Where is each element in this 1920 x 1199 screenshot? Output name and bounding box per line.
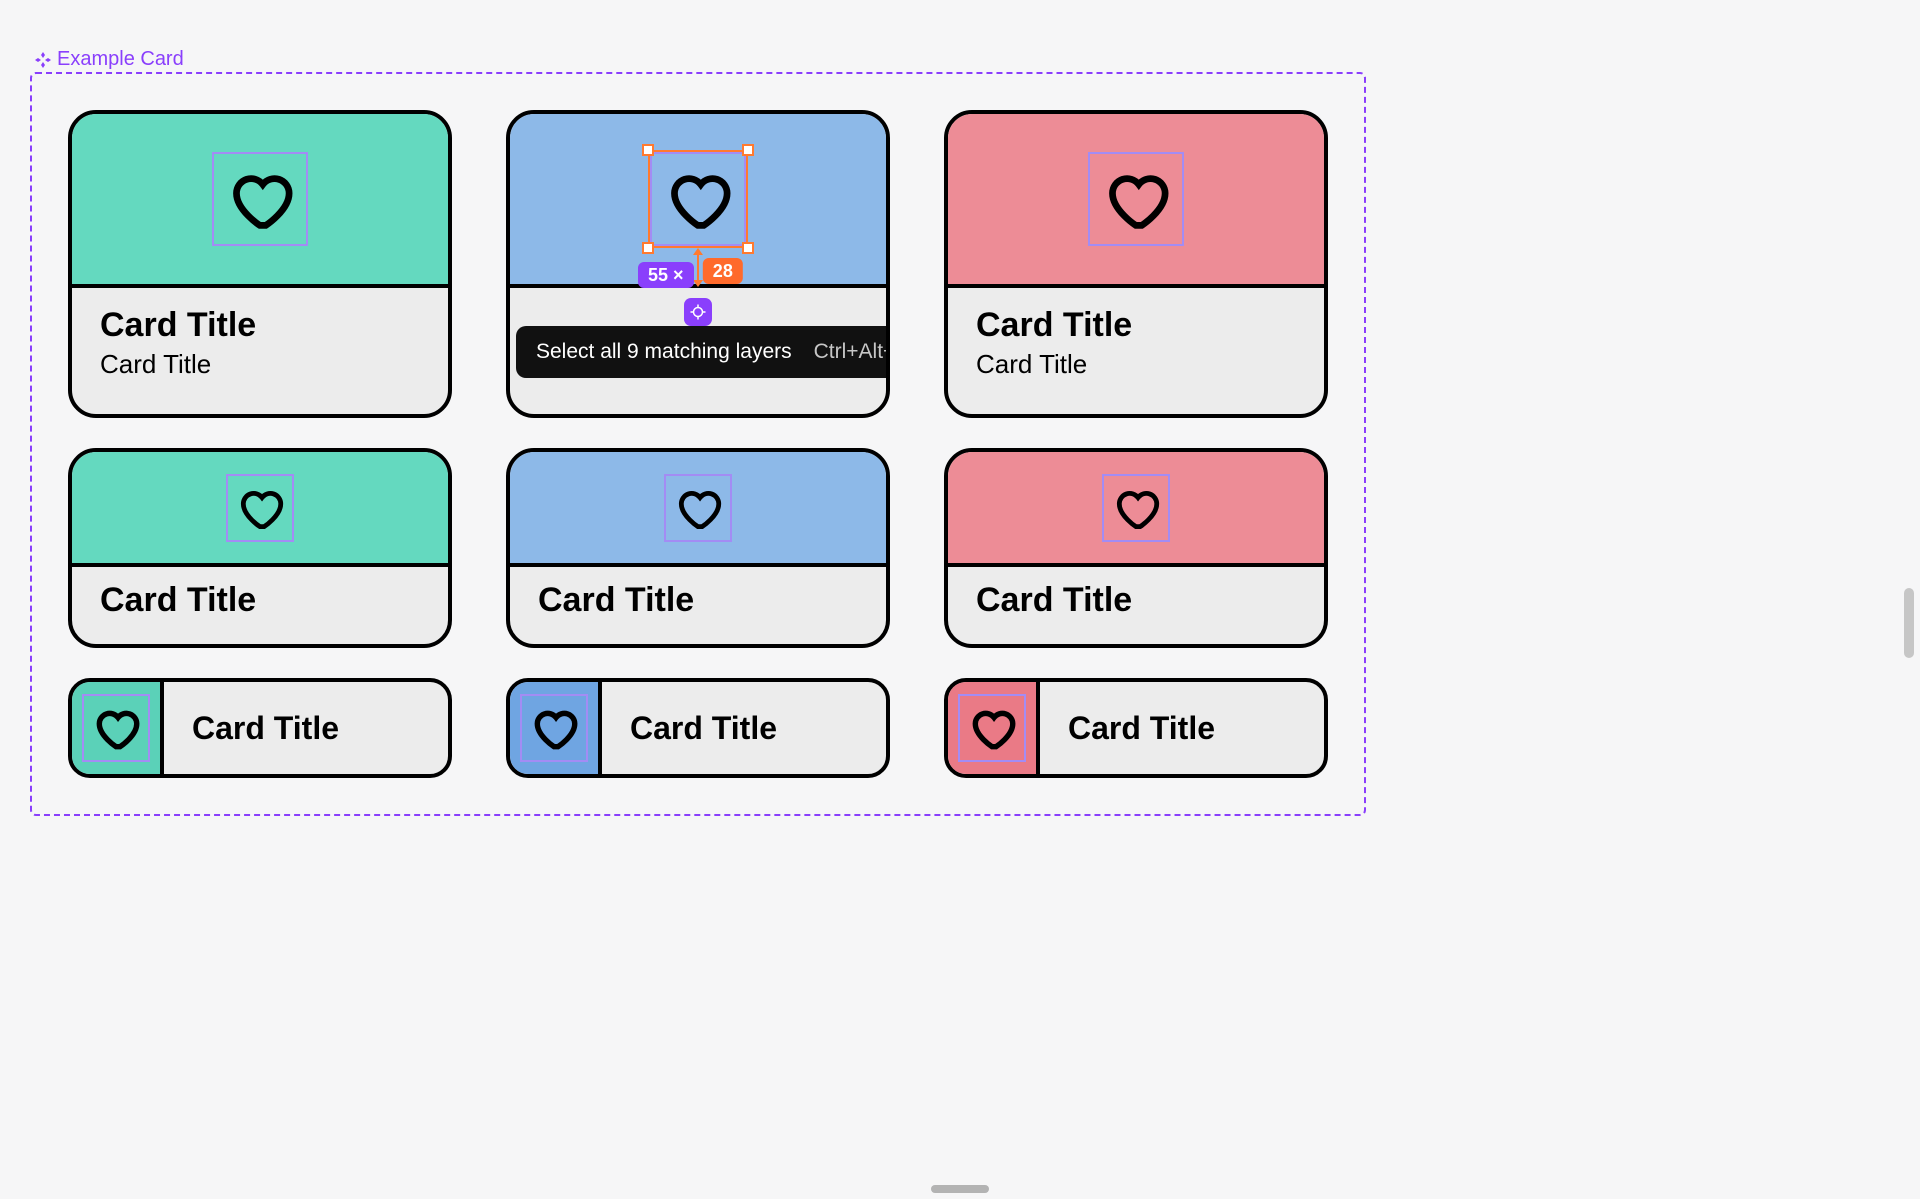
card-banner: [510, 682, 602, 774]
resize-handle-nw[interactable]: [642, 144, 654, 156]
heart-icon: [967, 703, 1017, 753]
card-small-blue[interactable]: Card Title: [506, 678, 890, 778]
icon-slot[interactable]: [664, 474, 732, 542]
card-title: Card Title: [192, 710, 339, 747]
card-title: Card Title: [538, 581, 858, 620]
icon-slot[interactable]: [82, 694, 150, 762]
card-body: Card Title: [164, 682, 367, 774]
card-title: Card Title: [630, 710, 777, 747]
card-banner: [72, 114, 448, 288]
heart-icon: [91, 703, 141, 753]
card-large-blue[interactable]: 55 × 28 Card Title Card Title Select all…: [506, 110, 890, 418]
card-body: Card Title: [602, 682, 805, 774]
size-badge: 28: [703, 258, 743, 284]
card-subtitle: Card Title: [976, 349, 1296, 380]
icon-slot[interactable]: [520, 694, 588, 762]
frame-name: Example Card: [57, 48, 184, 71]
heart-icon: [224, 164, 296, 234]
card-banner: [948, 452, 1324, 567]
icon-slot[interactable]: [958, 694, 1026, 762]
card-title: Card Title: [100, 581, 420, 620]
distance-badge: 55 ×: [638, 262, 694, 288]
card-body: Card Title: [1040, 682, 1243, 774]
select-matching-button[interactable]: [684, 298, 712, 326]
icon-slot[interactable]: [1102, 474, 1170, 542]
vertical-scrollbar[interactable]: [1904, 588, 1914, 658]
card-body: Card Title: [72, 567, 448, 634]
card-grid: Card Title Card Title: [68, 110, 1328, 778]
card-banner: [948, 682, 1040, 774]
card-title: Card Title: [1068, 710, 1215, 747]
heart-icon: [529, 703, 579, 753]
icon-slot[interactable]: [226, 474, 294, 542]
card-body: Card Title Card Title: [948, 288, 1324, 398]
card-title: Card Title: [976, 306, 1296, 345]
card-banner: 55 × 28: [510, 114, 886, 288]
card-large-teal[interactable]: Card Title Card Title: [68, 110, 452, 418]
card-title: Card Title: [976, 581, 1296, 620]
card-small-pink[interactable]: Card Title: [944, 678, 1328, 778]
card-large-pink[interactable]: Card Title Card Title: [944, 110, 1328, 418]
card-body: Card Title: [948, 567, 1324, 634]
heart-icon: [1111, 483, 1161, 533]
tooltip-text: Select all 9 matching layers: [536, 340, 792, 364]
card-body: Card Title Card Title: [72, 288, 448, 398]
component-frame-label[interactable]: Example Card: [35, 48, 184, 71]
tooltip-shortcut: Ctrl+Alt+A: [814, 340, 890, 364]
card-medium-teal[interactable]: Card Title: [68, 448, 452, 648]
card-medium-pink[interactable]: Card Title: [944, 448, 1328, 648]
card-banner: [510, 452, 886, 567]
tooltip: Select all 9 matching layers Ctrl+Alt+A: [516, 326, 890, 378]
card-body: Card Title: [510, 567, 886, 634]
panel-drag-handle[interactable]: [931, 1185, 989, 1193]
heart-icon: [662, 164, 734, 234]
resize-handle-se[interactable]: [742, 242, 754, 254]
measure-arrow-down: [693, 280, 703, 287]
measure-line: [697, 250, 699, 284]
icon-slot[interactable]: [212, 152, 308, 246]
heart-icon: [235, 483, 285, 533]
target-icon: [689, 303, 707, 321]
resize-handle-sw[interactable]: [642, 242, 654, 254]
heart-icon: [673, 483, 723, 533]
heart-icon: [1100, 164, 1172, 234]
measure-arrow-up: [693, 248, 703, 255]
card-subtitle: Card Title: [100, 349, 420, 380]
card-banner: [72, 452, 448, 567]
card-medium-blue[interactable]: Card Title: [506, 448, 890, 648]
icon-slot[interactable]: [650, 152, 746, 246]
resize-handle-ne[interactable]: [742, 144, 754, 156]
card-small-teal[interactable]: Card Title: [68, 678, 452, 778]
component-icon: [35, 52, 51, 68]
card-banner: [72, 682, 164, 774]
card-banner: [948, 114, 1324, 288]
component-frame[interactable]: Card Title Card Title: [30, 72, 1366, 816]
icon-slot[interactable]: [1088, 152, 1184, 246]
card-title: Card Title: [100, 306, 420, 345]
